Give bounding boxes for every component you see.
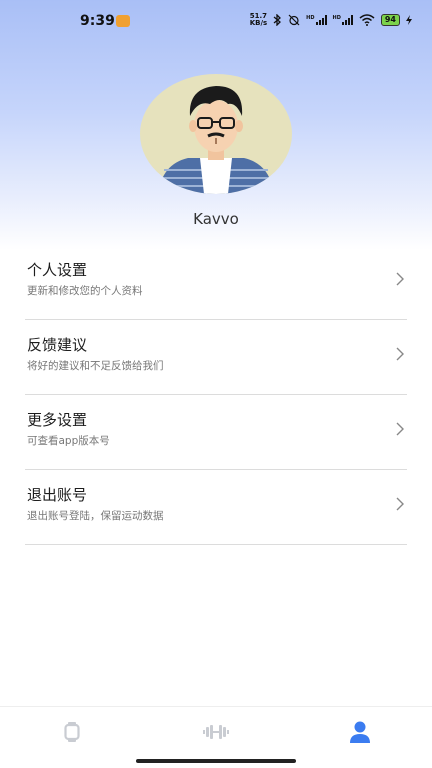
watch-icon xyxy=(64,722,80,742)
menu-item-subtitle: 更新和修改您的个人资料 xyxy=(27,285,143,297)
menu-item-title: 反馈建议 xyxy=(27,336,88,354)
menu-item-subtitle: 可查看app版本号 xyxy=(27,435,110,447)
home-indicator xyxy=(136,759,296,763)
nav-tab-profile[interactable] xyxy=(288,707,432,757)
chevron-right-icon xyxy=(396,422,404,436)
alarm-off-icon xyxy=(288,14,300,26)
network-speed-unit: KB/s xyxy=(249,19,268,27)
notification-app-icon xyxy=(116,15,130,27)
signal-2-icon: HD xyxy=(333,15,353,25)
bottom-navigation xyxy=(0,706,432,757)
chevron-right-icon xyxy=(396,272,404,286)
network-speed: 51.7 KB/s xyxy=(250,13,267,27)
hd-label: HD xyxy=(306,15,315,21)
dumbbell-icon xyxy=(203,725,229,739)
menu-item-title: 退出账号 xyxy=(27,486,88,504)
hd-label-2: HD xyxy=(332,15,341,21)
menu-item-more-settings[interactable]: 更多设置 可查看app版本号 xyxy=(25,395,407,470)
menu-item-personal-settings[interactable]: 个人设置 更新和修改您的个人资料 xyxy=(25,245,407,320)
menu-item-subtitle: 退出账号登陆，保留运动数据 xyxy=(27,510,164,522)
avatar-illustration xyxy=(158,86,274,194)
chevron-right-icon xyxy=(396,497,404,511)
charging-icon xyxy=(406,15,412,25)
profile-section: Kavvo xyxy=(0,74,432,228)
menu-item-title: 更多设置 xyxy=(27,411,88,429)
settings-menu: 个人设置 更新和修改您的个人资料 反馈建议 将好的建议和不足反馈给我们 更多设置… xyxy=(25,245,407,545)
username: Kavvo xyxy=(193,210,239,228)
signal-1-icon: HD xyxy=(306,15,327,25)
chevron-right-icon xyxy=(396,347,404,361)
avatar[interactable] xyxy=(140,74,292,194)
menu-item-subtitle: 将好的建议和不足反馈给我们 xyxy=(27,360,164,372)
menu-item-feedback[interactable]: 反馈建议 将好的建议和不足反馈给我们 xyxy=(25,320,407,395)
status-time: 9:39 xyxy=(80,13,115,29)
nav-tab-device[interactable] xyxy=(0,707,144,757)
battery-icon: 94 xyxy=(380,14,400,26)
status-bar: 9:39 51.7 KB/s HD HD 94 xyxy=(0,0,432,44)
status-indicators: 51.7 KB/s HD HD 94 xyxy=(250,13,412,27)
bluetooth-icon xyxy=(273,14,282,26)
menu-item-title: 个人设置 xyxy=(27,261,88,279)
person-icon xyxy=(350,721,370,743)
menu-item-logout[interactable]: 退出账号 退出账号登陆，保留运动数据 xyxy=(25,470,407,545)
wifi-icon xyxy=(359,14,375,26)
nav-tab-workout[interactable] xyxy=(144,707,288,757)
